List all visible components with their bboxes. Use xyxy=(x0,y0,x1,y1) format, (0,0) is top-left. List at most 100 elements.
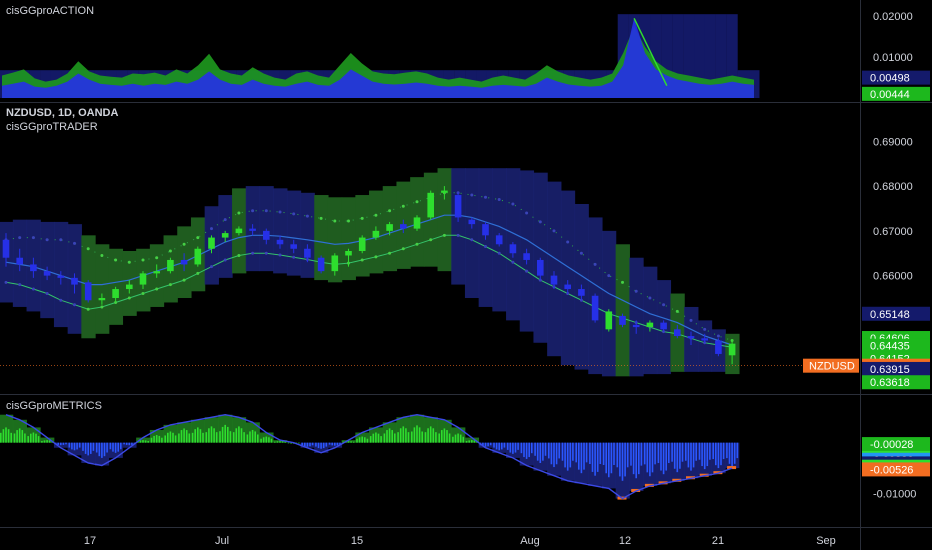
trader-dot xyxy=(470,238,474,242)
candle-body xyxy=(386,224,393,231)
trader-tick-label: 0.68000 xyxy=(873,181,913,193)
trader-dot xyxy=(18,283,22,287)
trader-dot xyxy=(100,253,104,257)
candle-body xyxy=(632,324,640,328)
trader-dot xyxy=(401,204,405,208)
candle-body xyxy=(509,244,517,254)
band-segment-navy xyxy=(273,188,288,274)
trader-dot xyxy=(18,236,22,240)
trader-dot xyxy=(319,216,323,220)
trader-dot xyxy=(675,309,679,313)
candle-body xyxy=(208,237,215,249)
candle-body xyxy=(715,340,722,354)
price-axis[interactable]: 0.02000 0.01000 0.69000 0.68000 0.67000 0.660… xyxy=(803,11,930,501)
time-label: Jul xyxy=(215,535,229,547)
band-segment-navy xyxy=(629,257,644,377)
trader-dot xyxy=(525,211,529,215)
candle-body xyxy=(619,315,626,325)
candle-body xyxy=(482,224,489,236)
trader-dot xyxy=(210,265,213,269)
trader-dot xyxy=(388,209,392,213)
trader-dot xyxy=(31,236,35,240)
trader-dot xyxy=(45,292,49,296)
trader-dot xyxy=(634,289,638,293)
trader-dot xyxy=(689,318,693,322)
band-segment-navy xyxy=(547,181,562,357)
trader-price-tag: 0.63618 xyxy=(870,377,910,389)
trader-dot xyxy=(127,296,131,300)
candle-body xyxy=(564,284,571,290)
candle-body xyxy=(331,255,339,272)
candle-body xyxy=(427,192,434,218)
candle-body xyxy=(112,289,119,298)
time-label: 15 xyxy=(351,535,363,547)
candle-body xyxy=(221,233,229,238)
metrics-price-tag: -0.00526 xyxy=(870,464,913,476)
trader-dot xyxy=(511,260,515,264)
candle-body xyxy=(537,259,544,276)
candle-body xyxy=(660,322,667,330)
trader-dot xyxy=(566,240,570,244)
band-segment-navy xyxy=(464,168,480,298)
candle-body xyxy=(194,248,202,265)
candle-body xyxy=(180,259,188,265)
trader-tick-label: 0.66000 xyxy=(873,271,913,283)
trader-dot xyxy=(497,251,501,255)
trader-dot xyxy=(415,242,419,246)
trader-dot xyxy=(374,213,378,217)
candle-body xyxy=(84,282,92,301)
symbol-tag: NZDUSD xyxy=(809,361,855,373)
trader-dot xyxy=(607,274,611,278)
action-panel xyxy=(0,14,760,98)
trader-dot xyxy=(4,280,8,284)
trader-tick-label: 0.67000 xyxy=(873,226,913,238)
trader-dot xyxy=(155,256,159,260)
trader-dot xyxy=(484,245,487,249)
trader-price-tag: 0.65148 xyxy=(870,309,910,321)
candle-body xyxy=(468,219,476,225)
band-segment-green xyxy=(615,244,630,377)
trader-dot xyxy=(73,303,76,307)
time-label: 12 xyxy=(619,535,631,547)
time-label: Aug xyxy=(520,535,540,547)
trader-dot xyxy=(374,255,378,259)
trader-dot xyxy=(141,258,145,262)
trader-dot xyxy=(415,200,419,204)
trader-dot xyxy=(648,296,652,300)
candle-body xyxy=(701,338,708,341)
trader-dot xyxy=(429,238,433,242)
trader-dot xyxy=(470,193,474,197)
band-segment-navy xyxy=(601,230,617,377)
candle-body xyxy=(728,343,736,356)
time-label: 17 xyxy=(84,535,96,547)
trader-dot xyxy=(497,198,501,202)
trader-dot xyxy=(456,233,460,237)
trader-dot xyxy=(168,249,172,253)
candle-body xyxy=(30,264,37,272)
candle-body xyxy=(441,190,448,193)
candle-body xyxy=(646,322,654,328)
candle-body xyxy=(578,289,585,296)
trader-dot xyxy=(305,214,309,218)
time-axis[interactable]: 17 Jul 15 Aug 12 21 Sep xyxy=(84,535,836,547)
trader-dot xyxy=(484,195,487,199)
candle-body xyxy=(495,235,503,245)
candle-body xyxy=(345,251,352,256)
candle-body xyxy=(358,237,366,251)
trader-dot xyxy=(525,269,529,273)
candle-body xyxy=(290,244,297,249)
candle-body xyxy=(372,230,380,238)
candle-body xyxy=(153,271,160,274)
chart-canvas[interactable]: 0.02000 0.01000 0.69000 0.68000 0.67000 0.660… xyxy=(0,0,932,550)
candle-body xyxy=(139,273,147,285)
trader-dot xyxy=(716,334,720,338)
trader-dot xyxy=(210,227,213,231)
action-price-tag: 0.00444 xyxy=(870,89,910,101)
trader-price-tag: 0.63915 xyxy=(870,364,910,376)
trader-dot xyxy=(292,212,296,216)
trader-dot xyxy=(593,262,597,266)
candle-body xyxy=(454,195,462,218)
trader-dot xyxy=(196,236,200,240)
trader-dot xyxy=(264,251,268,255)
action-title: cisGGproACTION xyxy=(6,5,95,17)
